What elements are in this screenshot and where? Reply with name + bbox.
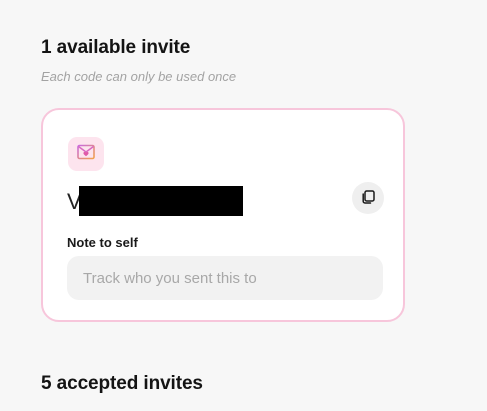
copy-icon bbox=[361, 189, 375, 207]
available-invites-subtitle: Each code can only be used once bbox=[41, 69, 237, 84]
note-to-self-input[interactable] bbox=[67, 256, 383, 300]
invite-card: V Note to self bbox=[41, 108, 405, 322]
mail-badge bbox=[68, 137, 104, 171]
copy-code-button[interactable] bbox=[352, 182, 384, 214]
invite-code: V bbox=[67, 186, 243, 218]
envelope-heart-icon bbox=[77, 144, 95, 165]
note-to-self-label: Note to self bbox=[67, 235, 138, 250]
invite-code-redaction bbox=[79, 186, 243, 216]
available-invites-title: 1 available invite bbox=[41, 37, 191, 58]
accepted-invites-title: 5 accepted invites bbox=[41, 373, 203, 394]
